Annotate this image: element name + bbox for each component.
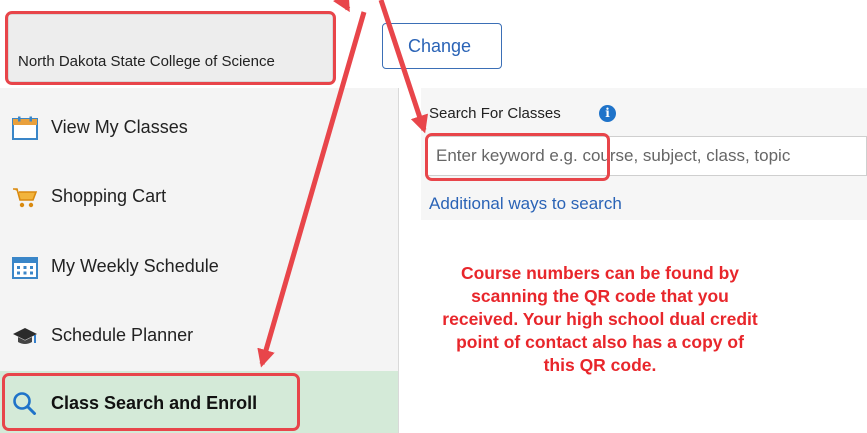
info-icon[interactable]: i xyxy=(599,105,616,122)
search-input-highlight-box xyxy=(425,133,610,181)
sidebar-item-schedule-planner[interactable]: Schedule Planner xyxy=(0,301,398,371)
class-search-highlight-box xyxy=(2,373,300,431)
institution-highlight-box xyxy=(5,11,336,85)
calendar-icon xyxy=(12,116,38,140)
sidebar-item-label: My Weekly Schedule xyxy=(51,256,219,276)
weekly-calendar-icon xyxy=(12,257,38,279)
sidebar-item-view-my-classes[interactable]: View My Classes xyxy=(0,93,398,163)
change-institution-button[interactable]: Change xyxy=(382,23,502,69)
sidebar-item-label: Schedule Planner xyxy=(51,325,194,345)
sidebar-item-label: Shopping Cart xyxy=(51,186,167,206)
graduation-cap-icon xyxy=(13,328,37,344)
shopping-cart-icon xyxy=(13,188,38,208)
sidebar-item-my-weekly-schedule[interactable]: My Weekly Schedule xyxy=(0,232,398,302)
sidebar-item-shopping-cart[interactable]: Shopping Cart xyxy=(0,162,398,232)
search-title: Search For Classes xyxy=(429,105,561,122)
annotation-note: Course numbers can be found by scanning … xyxy=(442,263,758,375)
additional-ways-to-search-link[interactable]: Additional ways to search xyxy=(429,194,622,214)
sidebar-item-label: View My Classes xyxy=(51,117,188,137)
